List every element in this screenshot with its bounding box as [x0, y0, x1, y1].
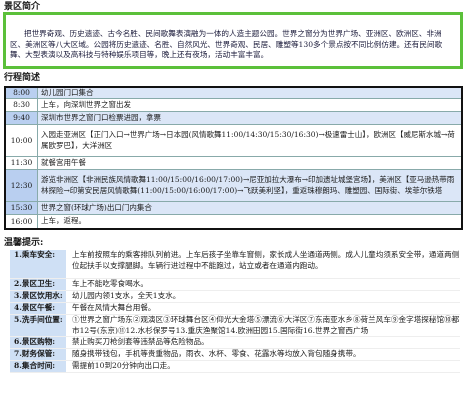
tip-label: 3.景区饮用水:: [10, 291, 66, 302]
tip-text: 随身携带钱包，手机等贵重物品，雨衣、水杯、零食、花露水等均放入背包随身携带。: [72, 349, 361, 358]
itinerary-time: 11:30: [6, 157, 38, 169]
itinerary-time: 10:00: [6, 125, 38, 156]
itinerary-table: 8:00 幼儿园门口集合 8:30 上车，向深圳世界之窗出发 9:40 深圳市世界之窗门口…: [4, 86, 463, 230]
itinerary-description: 游览非洲区【非洲民族风情歌舞11:00/15:00/16:00/17:00)→尼…: [38, 170, 461, 201]
itinerary-description: 就餐宫用午餐: [41, 157, 86, 167]
itinerary-description: 上车，返程。: [41, 216, 86, 226]
itinerary-row: 11:30 就餐宫用午餐: [6, 157, 461, 170]
itinerary-time: 8:00: [6, 88, 38, 98]
itinerary-description: 幼儿园门口集合: [38, 88, 461, 98]
tip-text: 午餐在风情大舞台用餐。: [72, 303, 156, 312]
itinerary-row: 8:30 上车，向深圳世界之窗出发: [6, 99, 461, 112]
tip-text: 车上不能吃零食喝水。: [72, 279, 148, 288]
tip-label: 4.景区午餐:: [10, 303, 66, 314]
itinerary-description: 入园走亚洲区【正门入口→世界广场→日本园(风情歌舞11:00/14:30/15:…: [41, 130, 455, 150]
tip-text: 幼儿园内领1支水，全天1支水。: [72, 291, 181, 300]
itinerary-time: 16:00: [6, 215, 38, 228]
itinerary-time: 12:30: [6, 170, 38, 201]
itinerary-row: 9:40 深圳市世界之窗门口检票进园，拿票: [6, 112, 461, 125]
tips-list: 1.乘车安全: 上车前按照车的乘客排队列前进。上车后孩子坐靠车窗侧，家长成人坐通道…: [10, 250, 460, 373]
tip-label: 7.财务保管:: [10, 349, 66, 360]
tip-item: 7.财务保管: 随身携带钱包，手机等贵重物品，雨衣、水杯、零食、花露水等均放入背包…: [10, 349, 460, 361]
intro-text: 把世界奇观、历史遗迹、古今名胜、民间歌舞表演融为一体的人造主题公园。世界之窗分为…: [10, 29, 443, 59]
itinerary-section-title: 行程简述: [4, 73, 41, 83]
itinerary-time: 8:30: [6, 99, 38, 111]
tip-label: 2.景区卫生:: [10, 279, 66, 290]
itinerary-time: 9:40: [6, 112, 38, 124]
tip-label: 5.洗手间位置:: [10, 315, 66, 336]
tip-text: 禁止购买刀枪剑套等违禁品等危险物品。: [72, 337, 209, 346]
tip-item: 1.乘车安全: 上车前按照车的乘客排队列前进。上车后孩子坐靠车窗侧，家长成人坐通道…: [10, 250, 460, 279]
tips-section-title: 温馨提示:: [4, 238, 44, 248]
tip-item: 8.集合时间: 需提前10到20分钟向出口走。: [10, 361, 460, 373]
tip-text: 需提前10到20分钟向出口走。: [72, 361, 175, 370]
tip-label: 8.集合时间:: [10, 361, 66, 372]
itinerary-row: 8:00 幼儿园门口集合: [6, 88, 461, 99]
intro-box: 把世界奇观、历史遗迹、古今名胜、民间歌舞表演融为一体的人造主题公园。世界之窗分为…: [3, 12, 463, 69]
itinerary-time: 15:30: [6, 202, 38, 214]
itinerary-row: 10:00 入园走亚洲区【正门入口→世界广场→日本园(风情歌舞11:00/14:3…: [6, 125, 461, 157]
itinerary-row: 16:00 上车，返程。: [6, 215, 461, 228]
tip-text: ①世界之窗广场东②观演区③环球舞台区④仰光大金塔⑤漂流⑥大洋区⑦东南亚水乡⑧荷兰…: [72, 315, 460, 335]
itinerary-row: 12:30 游览非洲区【非洲民族风情歌舞11:00/15:00/16:00/17:…: [6, 170, 461, 202]
tip-item: 6.景区购物: 禁止购买刀枪剑套等违禁品等危险物品。: [10, 337, 460, 349]
tip-label: 1.乘车安全:: [10, 250, 66, 278]
itinerary-description: 世界之窗(环球广场)出口门内集合: [38, 202, 461, 214]
itinerary-row: 15:30 世界之窗(环球广场)出口门内集合: [6, 202, 461, 215]
itinerary-description: 深圳市世界之窗门口检票进园，拿票: [38, 112, 461, 124]
tip-label: 6.景区购物:: [10, 337, 66, 348]
tip-item: 3.景区饮用水: 幼儿园内领1支水，全天1支水。: [10, 291, 460, 303]
itinerary-description: 上车，向深圳世界之窗出发: [41, 99, 131, 109]
tip-item: 4.景区午餐: 午餐在风情大舞台用餐。: [10, 303, 460, 315]
tip-item: 5.洗手间位置: ①世界之窗广场东②观演区③环球舞台区④仰光大金塔⑤漂流⑥大洋区⑦…: [10, 315, 460, 337]
tip-item: 2.景区卫生: 车上不能吃零食喝水。: [10, 279, 460, 291]
tip-text: 上车前按照车的乘客排队列前进。上车后孩子坐靠车窗侧，家长成人坐通道两侧。成人儿童…: [72, 250, 460, 270]
